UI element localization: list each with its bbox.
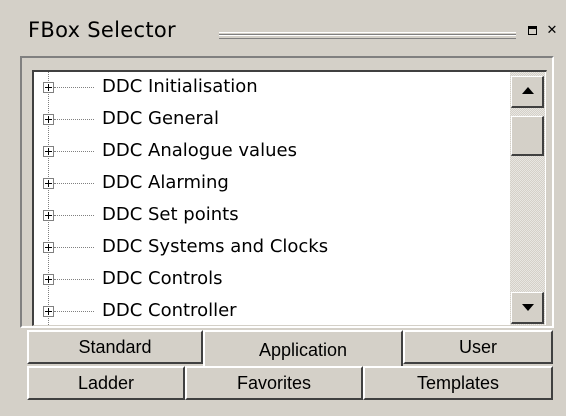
tree-item[interactable]: DDC Alarming bbox=[34, 169, 509, 201]
scroll-down-button[interactable] bbox=[511, 292, 544, 324]
tab-ladder[interactable]: Ladder bbox=[27, 366, 185, 400]
tab-standard[interactable]: Standard bbox=[27, 330, 203, 364]
tab-application[interactable]: Application bbox=[203, 330, 403, 366]
maximize-button[interactable] bbox=[525, 24, 541, 40]
tree-connector bbox=[54, 119, 94, 120]
tree-item[interactable]: DDC General bbox=[34, 105, 509, 137]
tree-item-label: DDC Alarming bbox=[102, 172, 229, 193]
tree-item-label: DDC Systems and Clocks bbox=[102, 236, 329, 257]
tree-item-label: DDC Controls bbox=[102, 268, 223, 289]
close-button[interactable]: ✕ bbox=[544, 24, 560, 40]
tree-item[interactable]: DDC Set points bbox=[34, 201, 509, 233]
plus-box-icon[interactable] bbox=[43, 114, 54, 125]
triangle-up-icon bbox=[522, 87, 534, 94]
tree-connector bbox=[54, 279, 94, 280]
tree-item-label: DDC Analogue values bbox=[102, 140, 297, 161]
plus-box-icon[interactable] bbox=[43, 274, 54, 285]
fbox-tree[interactable]: DDC Initialisation DDC General DDC Analo… bbox=[34, 72, 509, 325]
tree-view-frame: DDC Initialisation DDC General DDC Analo… bbox=[32, 70, 547, 326]
tree-item[interactable]: DDC Controller bbox=[34, 297, 509, 325]
tree-connector bbox=[54, 215, 94, 216]
vertical-scrollbar[interactable] bbox=[510, 72, 545, 325]
title-grip bbox=[219, 32, 516, 39]
fbox-selector-window: FBox Selector ✕ DDC Initialisation DDC G… bbox=[0, 0, 566, 416]
plus-box-icon[interactable] bbox=[43, 178, 54, 189]
tree-item[interactable]: DDC Analogue values bbox=[34, 137, 509, 169]
plus-box-icon[interactable] bbox=[43, 82, 54, 93]
tree-connector bbox=[54, 183, 94, 184]
scroll-up-button[interactable] bbox=[511, 76, 544, 108]
tree-connector bbox=[54, 151, 94, 152]
tree-item[interactable]: DDC Initialisation bbox=[34, 73, 509, 105]
tree-connector bbox=[54, 247, 94, 248]
tab-favorites[interactable]: Favorites bbox=[185, 366, 363, 400]
tree-item-label: DDC Initialisation bbox=[102, 76, 258, 97]
plus-box-icon[interactable] bbox=[43, 306, 54, 317]
tree-item-label: DDC General bbox=[102, 108, 219, 129]
scrollbar-thumb[interactable] bbox=[511, 116, 544, 156]
triangle-down-icon bbox=[522, 304, 534, 311]
tree-item-label: DDC Controller bbox=[102, 300, 237, 321]
plus-box-icon[interactable] bbox=[43, 242, 54, 253]
tree-item[interactable]: DDC Systems and Clocks bbox=[34, 233, 509, 265]
tree-connector bbox=[54, 311, 94, 312]
close-icon: ✕ bbox=[546, 23, 558, 38]
tree-item-label: DDC Set points bbox=[102, 204, 239, 225]
plus-box-icon[interactable] bbox=[43, 146, 54, 157]
selector-panel: DDC Initialisation DDC General DDC Analo… bbox=[20, 56, 554, 328]
plus-box-icon[interactable] bbox=[43, 210, 54, 221]
tree-item[interactable]: DDC Controls bbox=[34, 265, 509, 297]
tab-templates[interactable]: Templates bbox=[363, 366, 553, 400]
tree-connector bbox=[54, 87, 94, 88]
maximize-icon bbox=[528, 26, 537, 35]
title-bar[interactable]: FBox Selector ✕ bbox=[12, 14, 560, 50]
tab-user[interactable]: User bbox=[403, 330, 553, 364]
window-title: FBox Selector bbox=[28, 18, 176, 42]
